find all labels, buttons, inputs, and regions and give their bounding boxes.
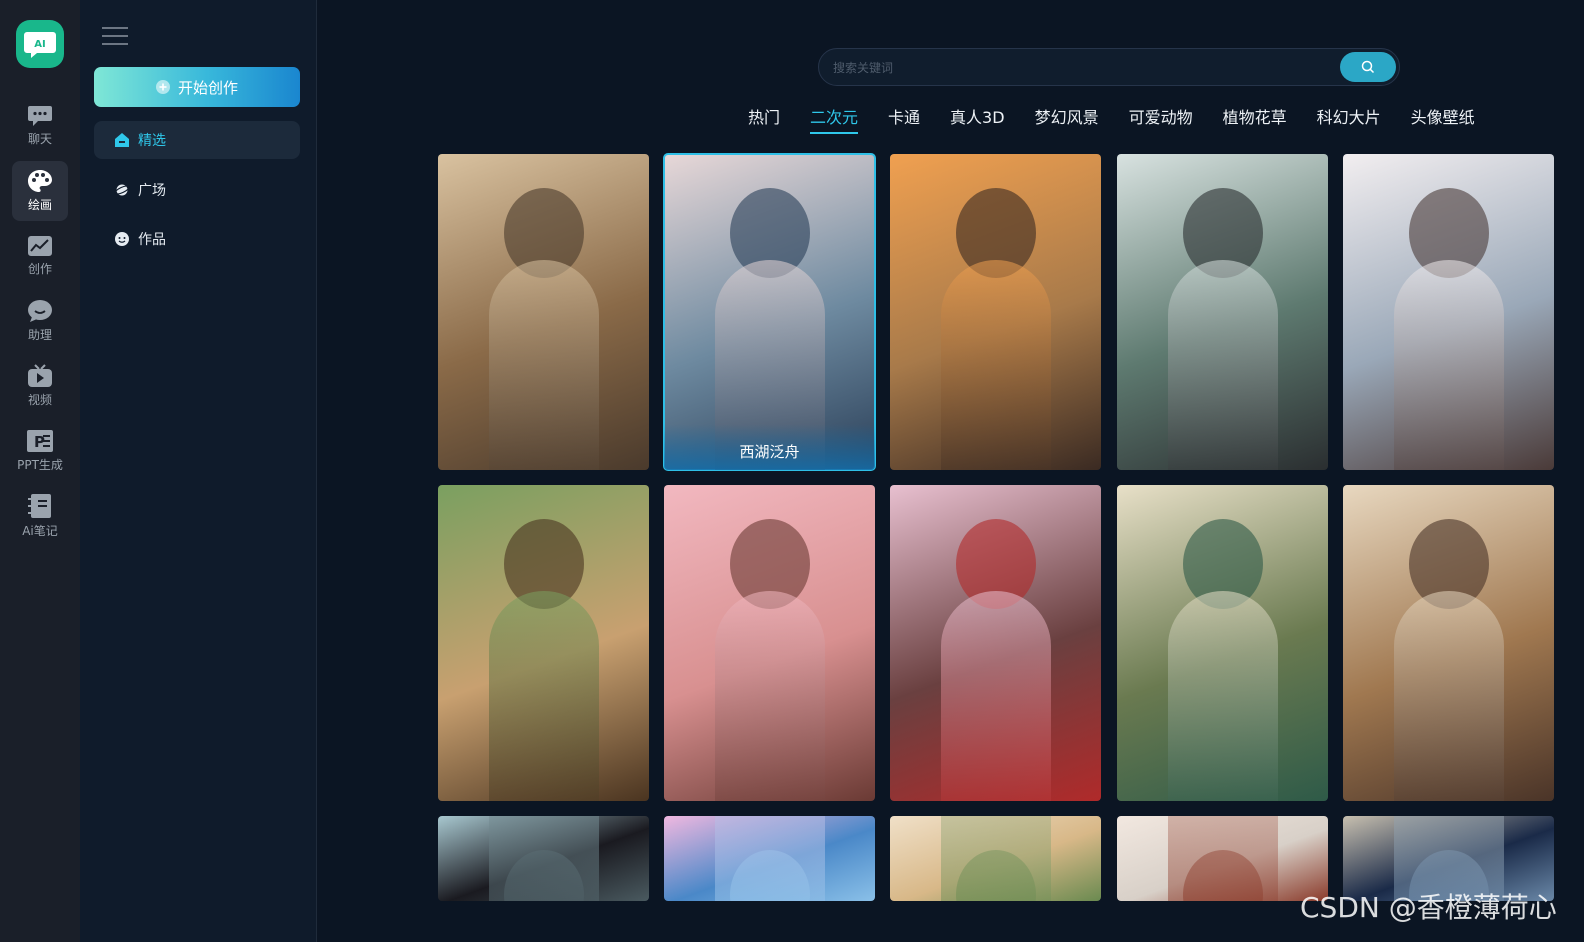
image-figure-body — [714, 816, 825, 901]
app-logo[interactable]: AI — [16, 20, 64, 68]
rail-item-assistant[interactable]: 助理 — [12, 291, 68, 351]
sidebar: 开始创作 精选广场作品 — [80, 0, 317, 942]
rail-item-tv[interactable]: 视频 — [12, 356, 68, 416]
smile-icon — [114, 231, 130, 247]
image-caption-text: 西湖泛舟 — [739, 443, 800, 461]
tab-1[interactable]: 二次元 — [810, 104, 859, 134]
image-figure-body — [488, 591, 599, 801]
image-caption: 西湖泛舟 — [664, 424, 875, 470]
gallery-image-card[interactable] — [890, 816, 1101, 901]
rail-item-label: Ai笔记 — [22, 524, 58, 538]
home-icon — [114, 132, 130, 148]
gallery-image-card[interactable] — [1343, 485, 1554, 801]
notebook-icon — [28, 493, 52, 519]
search-input[interactable] — [831, 49, 1335, 87]
image-figure-body — [1167, 260, 1278, 470]
rail-item-notebook[interactable]: Ai笔记 — [12, 486, 68, 546]
gallery-image-card[interactable] — [438, 485, 649, 801]
chat-icon — [27, 105, 53, 127]
start-create-label: 开始创作 — [177, 78, 238, 97]
gallery-image-card[interactable] — [664, 816, 875, 901]
gallery-image-card[interactable] — [890, 154, 1101, 470]
sidebar-nav-label: 精选 — [138, 133, 166, 149]
rail-item-label: PPT生成 — [17, 458, 63, 472]
plus-circle-icon — [155, 80, 170, 94]
rail-item-label: 绘画 — [27, 198, 52, 212]
sidebar-nav-item-2[interactable]: 作品 — [94, 220, 300, 258]
tab-4[interactable]: 梦幻风景 — [1035, 104, 1099, 132]
rail-item-palette[interactable]: 绘画 — [12, 161, 68, 221]
gallery-image-card[interactable] — [1117, 154, 1328, 470]
image-figure-body — [1167, 591, 1278, 801]
assistant-icon — [27, 299, 53, 323]
rail-item-label: 创作 — [27, 262, 52, 276]
image-figure-body — [940, 591, 1051, 801]
ai-chat-logo-icon: AI — [24, 32, 56, 58]
rail-item-chat[interactable]: 聊天 — [12, 96, 68, 156]
image-figure-body — [1393, 260, 1504, 470]
image-figure-body — [1167, 816, 1278, 901]
tab-2[interactable]: 卡通 — [888, 104, 920, 132]
app-rail: AI 聊天绘画创作助理视频 P PPT生成 Ai笔记 — [0, 0, 80, 942]
search-bar — [818, 48, 1400, 87]
logo-text: AI — [34, 39, 45, 50]
rail-item-label: 聊天 — [27, 132, 52, 146]
image-figure-body — [488, 260, 599, 470]
rail-item-ppt[interactable]: P PPT生成 — [12, 421, 68, 481]
tv-icon — [27, 364, 53, 388]
watermark: CSDN @香橙薄荷心 — [1300, 891, 1557, 924]
tab-7[interactable]: 科幻大片 — [1317, 104, 1381, 132]
sidebar-nav-item-1[interactable]: 广场 — [94, 171, 300, 209]
sidebar-nav-label: 作品 — [138, 232, 166, 248]
image-figure-body — [940, 816, 1051, 901]
start-create-button[interactable]: 开始创作 — [94, 67, 300, 107]
sidebar-nav-item-0[interactable]: 精选 — [94, 121, 300, 159]
image-figure-body — [940, 260, 1051, 470]
category-tabs: 热门 二次元 卡通 真人3D 梦幻风景 可爱动物 植物花草 科幻大片 头像壁纸 — [748, 104, 1475, 134]
sidebar-nav-label: 广场 — [138, 182, 166, 199]
palette-icon — [27, 169, 53, 193]
gallery-image-card[interactable]: 西湖泛舟 — [663, 153, 876, 471]
gallery-image-card[interactable] — [890, 485, 1101, 801]
tab-8[interactable]: 头像壁纸 — [1411, 104, 1475, 132]
image-figure-body — [488, 816, 599, 901]
image-figure-body — [714, 591, 825, 801]
gallery-image-card[interactable] — [1117, 816, 1328, 901]
tab-6[interactable]: 植物花草 — [1223, 104, 1287, 132]
rail-item-label: 助理 — [27, 328, 52, 342]
ppt-icon: P — [26, 429, 54, 453]
tab-5[interactable]: 可爱动物 — [1129, 104, 1193, 132]
search-icon — [1361, 60, 1375, 74]
gallery-image-card[interactable] — [438, 816, 649, 901]
hamburger-menu-icon[interactable] — [102, 26, 130, 50]
tab-0[interactable]: 热门 — [748, 104, 780, 132]
search-button[interactable] — [1340, 52, 1396, 82]
gallery-image-card[interactable] — [664, 485, 875, 801]
tab-3[interactable]: 真人3D — [950, 104, 1005, 132]
chart-icon — [27, 235, 53, 257]
gallery-image-card[interactable] — [1343, 154, 1554, 470]
gallery-image-card[interactable] — [1117, 485, 1328, 801]
rail-item-chart[interactable]: 创作 — [12, 226, 68, 286]
rail-item-label: 视频 — [27, 393, 52, 407]
gallery-image-card[interactable] — [438, 154, 649, 470]
image-figure-body — [1393, 591, 1504, 801]
planet-icon — [114, 182, 130, 198]
